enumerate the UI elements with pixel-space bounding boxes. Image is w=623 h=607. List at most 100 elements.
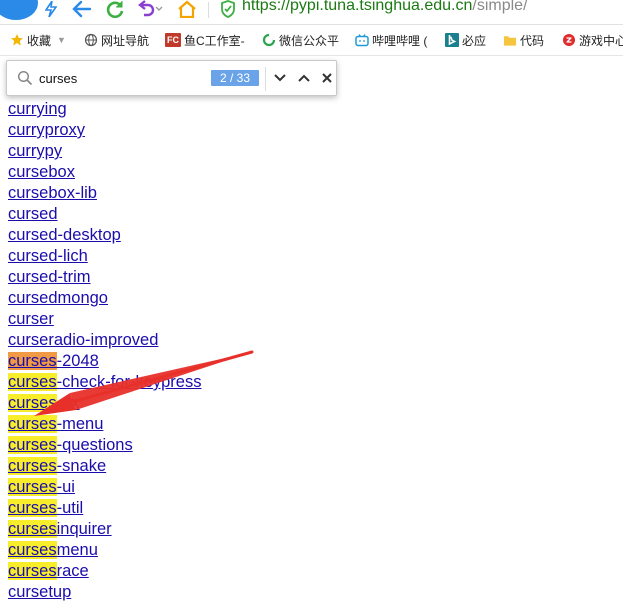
find-next-button[interactable] <box>271 69 289 87</box>
active-search-highlight: curses <box>8 352 57 370</box>
bing-icon <box>445 33 459 47</box>
package-name: cursebox-lib <box>8 184 97 202</box>
package-link[interactable]: cursesinquirer <box>8 520 112 538</box>
undo-icon[interactable] <box>137 0 163 18</box>
find-input[interactable] <box>39 69 209 87</box>
find-close-button[interactable] <box>318 69 336 87</box>
package-link[interactable]: cursed-trim <box>8 268 91 286</box>
lightning-icon[interactable] <box>45 0 57 18</box>
package-link[interactable]: cursed-lich <box>8 247 88 265</box>
package-link[interactable]: curses-menu <box>8 415 103 433</box>
package-link[interactable]: cursebox-lib <box>8 184 97 202</box>
package-name: currypy <box>8 142 63 160</box>
package-name: cursed-trim <box>8 268 91 286</box>
bookmark-bilibili[interactable]: 哔哩哔哩 ( <box>355 31 427 49</box>
package-name: currying <box>8 100 67 118</box>
bookmark-label: 网址导航 <box>101 33 150 48</box>
search-highlight: curses <box>8 562 57 580</box>
globe-icon <box>84 33 98 47</box>
package-link[interactable]: cursedmongo <box>8 289 108 307</box>
bookmarks-bar: 收藏 ▼ 网址导航 FC 鱼C工作室- 微信公众平 哔哩哔哩 ( 必应 代码 游… <box>0 25 623 56</box>
package-link[interactable]: curser <box>8 310 54 328</box>
package-link[interactable]: curryproxy <box>8 121 85 139</box>
package-list: currying curryproxy currypy cursebox cursebo… <box>8 99 201 603</box>
search-highlight: curses <box>8 541 57 559</box>
package-link[interactable]: curses-2048 <box>8 352 99 370</box>
package-name-suffix: -2048 <box>56 352 99 370</box>
package-list-item: curser <box>8 309 201 330</box>
secure-shield-icon[interactable] <box>220 0 236 18</box>
package-name-suffix: -util <box>56 499 84 517</box>
bilibili-icon <box>355 33 369 47</box>
package-name-suffix: -ui <box>56 478 75 496</box>
search-highlight: curses <box>8 478 57 496</box>
package-name: cursetup <box>8 583 72 601</box>
chevron-down-icon[interactable]: ▼ <box>57 35 66 45</box>
package-name-suffix: -snake <box>56 457 107 475</box>
refresh-icon[interactable] <box>105 0 125 18</box>
find-divider <box>265 67 266 91</box>
search-highlight: curses <box>8 436 57 454</box>
package-link[interactable]: cursetup <box>8 583 71 601</box>
package-name: cursed-desktop <box>8 226 121 244</box>
address-bar-url[interactable]: https://pypi.tuna.tsinghua.edu.cn/simple… <box>242 0 528 15</box>
package-list-item: curses-check-for-keypress <box>8 372 201 393</box>
package-link[interactable]: cursesrace <box>8 562 89 580</box>
browser-logo-icon[interactable] <box>0 0 38 20</box>
package-name: curser <box>8 310 54 328</box>
package-list-item: curseradio-improved <box>8 330 201 351</box>
bookmark-label: 鱼C工作室- <box>184 33 245 48</box>
bookmark-bing[interactable]: 必应 <box>445 31 486 49</box>
bookmark-label: 必应 <box>462 33 487 48</box>
bookmark-label: 游戏中心 <box>579 33 623 48</box>
package-list-item: curses-ui <box>8 477 201 498</box>
package-link[interactable]: currypy <box>8 142 62 160</box>
package-list-item: curses-questions <box>8 435 201 456</box>
package-name: curryproxy <box>8 121 86 139</box>
package-link[interactable]: cursebox <box>8 163 75 181</box>
package-link[interactable]: curses-check-for-keypress <box>8 373 201 391</box>
package-name: cursed <box>8 205 58 223</box>
package-name: curseradio-improved <box>8 331 159 349</box>
package-list-item: cursed <box>8 204 201 225</box>
package-link[interactable]: cursed <box>8 205 58 223</box>
package-link[interactable]: curses-ui <box>8 478 75 496</box>
bookmark-wechat[interactable]: 微信公众平 <box>262 31 339 49</box>
bookmark-favorites[interactable]: 收藏 ▼ <box>10 31 66 49</box>
package-link[interactable]: curses-util <box>8 499 83 517</box>
find-bar: 2 / 33 <box>6 60 337 96</box>
find-match-count: 2 / 33 <box>211 70 259 86</box>
package-link[interactable]: curses-ex <box>8 394 80 412</box>
package-link[interactable]: curseradio-improved <box>8 331 158 349</box>
back-icon[interactable] <box>72 0 92 18</box>
package-name-suffix: race <box>56 562 89 580</box>
search-highlight: curses <box>8 520 57 538</box>
package-name-suffix: inquirer <box>56 520 112 538</box>
bookmark-code-folder[interactable]: 代码 <box>503 31 544 49</box>
bookmark-label: 微信公众平 <box>279 33 340 48</box>
browser-toolbar: https://pypi.tuna.tsinghua.edu.cn/simple… <box>0 0 623 25</box>
package-list-item: cursed-desktop <box>8 225 201 246</box>
package-link[interactable]: curses-questions <box>8 436 133 454</box>
package-link[interactable]: curses-snake <box>8 457 106 475</box>
package-name: cursed-lich <box>8 247 88 265</box>
home-icon[interactable] <box>177 0 197 18</box>
wechat-icon <box>262 33 276 47</box>
url-path: /simple/ <box>472 0 528 14</box>
bookmark-nav[interactable]: 网址导航 <box>84 31 149 49</box>
star-icon <box>10 33 24 47</box>
find-previous-button[interactable] <box>295 69 313 87</box>
package-link[interactable]: currying <box>8 100 67 118</box>
package-link[interactable]: cursed-desktop <box>8 226 121 244</box>
package-name-suffix: -ex <box>56 394 80 412</box>
bookmark-game-center[interactable]: 游戏中心 <box>562 31 623 49</box>
package-list-item: cursebox-lib <box>8 183 201 204</box>
package-link[interactable]: cursesmenu <box>8 541 98 559</box>
package-list-item: curses-menu <box>8 414 201 435</box>
bookmark-fishc[interactable]: FC 鱼C工作室- <box>165 31 245 49</box>
folder-icon <box>503 33 517 47</box>
package-list-item: curses-util <box>8 498 201 519</box>
package-list-item: curryproxy <box>8 120 201 141</box>
search-icon <box>17 70 33 91</box>
package-list-item: curses-2048 <box>8 351 201 372</box>
